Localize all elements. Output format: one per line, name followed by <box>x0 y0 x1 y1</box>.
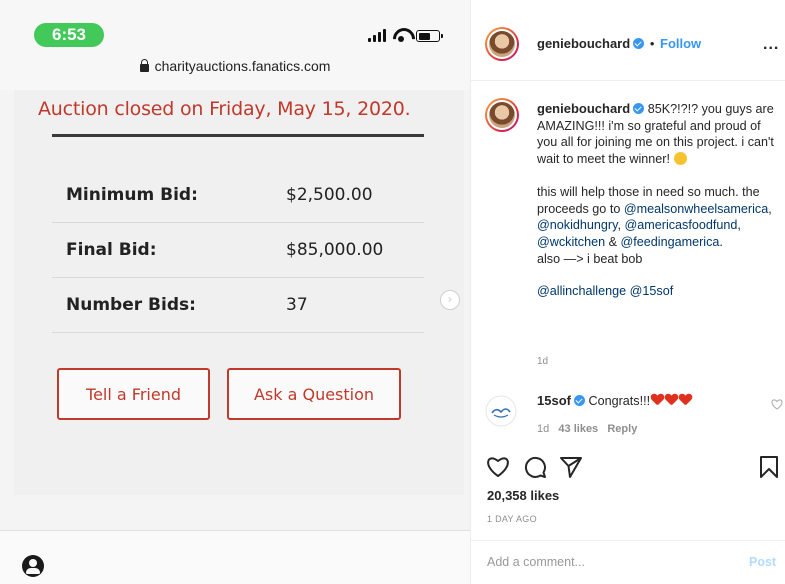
phone-screenshot: 6:53 charityauctions.fanatics.com Auctio… <box>0 0 470 584</box>
tell-a-friend-button[interactable]: Tell a Friend <box>57 368 210 420</box>
wink-emoji-icon <box>673 152 687 166</box>
bid-row-number-bids: Number Bids: 37 <box>52 278 424 333</box>
bid-label: Minimum Bid: <box>66 185 198 205</box>
like-comment-heart-icon[interactable] <box>771 399 783 410</box>
comment-username[interactable]: 15sof <box>537 393 571 408</box>
ampersand: & <box>608 234 617 249</box>
verified-icon <box>573 395 585 406</box>
post-time: 1 DAY AGO <box>487 514 537 524</box>
mention-link[interactable]: @mealsonwheelsamerica <box>624 202 768 216</box>
caption-username[interactable]: geniebouchard <box>537 101 630 116</box>
mention-link[interactable]: @allinchallenge <box>537 284 626 298</box>
more-icon[interactable]: ... <box>763 36 779 54</box>
bid-label: Number Bids: <box>66 295 196 315</box>
url-text: charityauctions.fanatics.com <box>154 58 331 74</box>
avatar[interactable] <box>485 98 519 132</box>
separator: • <box>649 36 655 51</box>
bid-label: Final Bid: <box>66 240 157 260</box>
comment-icon[interactable] <box>523 455 547 479</box>
comment-meta: 1d 43 likes Reply <box>537 423 637 435</box>
action-bar <box>485 455 781 483</box>
bid-value: $85,000.00 <box>286 240 384 260</box>
bookmark-icon[interactable] <box>759 455 779 479</box>
comment-bar: Post <box>471 540 785 584</box>
mention-link[interactable]: @nokidhungry <box>537 218 617 232</box>
mention-link[interactable]: @wckitchen <box>537 235 605 249</box>
account-icon[interactable] <box>22 555 44 577</box>
divider <box>471 80 785 81</box>
instagram-post: geniebouchard • Follow ... geniebouchard… <box>470 0 785 584</box>
bid-value: 37 <box>286 295 308 315</box>
wifi-icon <box>392 28 410 42</box>
comment-likes[interactable]: 43 likes <box>558 423 598 435</box>
mention-link[interactable]: @feedingamerica <box>621 235 720 249</box>
chevron-right-icon[interactable]: › <box>440 290 460 310</box>
address-bar[interactable]: charityauctions.fanatics.com <box>0 58 470 74</box>
status-bar: 6:53 charityauctions.fanatics.com <box>0 0 470 90</box>
verified-icon <box>633 38 645 49</box>
heart-emoji-icon <box>665 394 678 406</box>
caption-time: 1d <box>537 356 549 367</box>
lock-icon <box>139 59 149 72</box>
system-icons <box>368 28 443 42</box>
comment-time: 1d <box>537 423 550 435</box>
likes-count[interactable]: 20,358 likes <box>487 488 559 503</box>
bid-value: $2,500.00 <box>286 185 373 205</box>
heart-emoji-icon <box>679 394 692 406</box>
avatar[interactable] <box>485 27 519 61</box>
post-button[interactable]: Post <box>749 555 776 569</box>
status-time: 6:53 <box>34 23 104 47</box>
mention-link[interactable]: @15sof <box>630 284 674 298</box>
header-username[interactable]: geniebouchard <box>537 36 630 51</box>
caption-text: also —> i beat bob <box>537 251 643 266</box>
heart-emoji-icon <box>651 394 664 406</box>
avatar[interactable] <box>485 395 517 427</box>
bottom-bar <box>0 530 470 584</box>
signal-icon <box>368 29 386 42</box>
caption: geniebouchard 85K?!?!? you guys are AMAZ… <box>537 101 774 299</box>
comment: 15sof Congrats!!! <box>537 393 692 408</box>
comment-input[interactable] <box>487 555 727 569</box>
divider <box>52 134 424 137</box>
comment-text: Congrats!!! <box>588 394 651 408</box>
follow-button[interactable]: Follow <box>660 36 701 51</box>
heart-icon[interactable] <box>485 455 511 479</box>
bid-row-final: Final Bid: $85,000.00 <box>52 223 424 278</box>
mention-link[interactable]: @americasfoodfund <box>624 218 737 232</box>
battery-icon <box>416 30 443 42</box>
auction-closed-text: Auction closed on Friday, May 15, 2020. <box>38 98 411 120</box>
post-header: geniebouchard • Follow <box>537 36 701 51</box>
bid-row-minimum: Minimum Bid: $2,500.00 <box>52 168 424 223</box>
verified-icon <box>633 103 645 114</box>
ask-a-question-button[interactable]: Ask a Question <box>227 368 401 420</box>
share-icon[interactable] <box>559 455 583 479</box>
reply-button[interactable]: Reply <box>607 423 637 435</box>
